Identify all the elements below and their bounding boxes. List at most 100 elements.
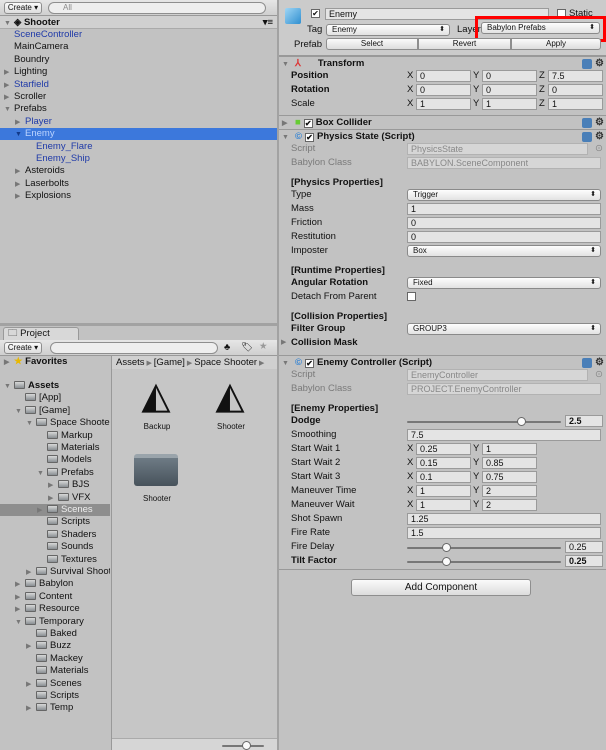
hierarchy-item[interactable]: Boundry: [0, 54, 277, 66]
collapsed-arrow-icon[interactable]: ▶: [4, 80, 14, 92]
scale-z-field[interactable]: 1: [548, 98, 603, 110]
project-folder-item[interactable]: ▶ VFX: [0, 492, 110, 504]
hierarchy-item[interactable]: ▶ Starfield: [0, 79, 277, 91]
project-folder-item[interactable]: ▼ [Game]: [0, 405, 110, 417]
hierarchy-search-input[interactable]: All: [48, 2, 266, 14]
scale-x-field[interactable]: 1: [416, 98, 471, 110]
project-folder-item[interactable]: ▶ Survival Shooter: [0, 566, 110, 578]
object-picker-icon[interactable]: ⊙: [595, 143, 603, 155]
shot-spawn-field[interactable]: 1.25: [407, 513, 601, 525]
hierarchy-item[interactable]: ▶ Explosions: [0, 190, 277, 202]
collapsed-arrow-icon[interactable]: ▶: [26, 703, 36, 715]
friction-field[interactable]: 0: [407, 217, 601, 229]
project-folder-item[interactable]: ▶ Babylon: [0, 578, 110, 590]
favorite-star-icon[interactable]: ★: [259, 341, 268, 352]
project-folder-item[interactable]: Models: [0, 454, 110, 466]
project-folder-item[interactable]: ▶ Scenes: [0, 678, 110, 690]
collapsed-arrow-icon[interactable]: ▶: [26, 567, 36, 579]
restitution-field[interactable]: 0: [407, 231, 601, 243]
angular-rotation-dropdown[interactable]: Fixed: [407, 277, 601, 289]
project-folder-item[interactable]: Textures: [0, 554, 110, 566]
collapsed-arrow-icon[interactable]: ▶: [15, 604, 25, 616]
slider-knob[interactable]: [242, 741, 251, 750]
help-icon[interactable]: [582, 59, 592, 69]
y-field[interactable]: 1: [482, 443, 537, 455]
asset-item[interactable]: ◭ Backup: [122, 376, 192, 442]
expanded-arrow-icon[interactable]: ▼: [4, 104, 14, 116]
project-folder-item[interactable]: ▶ Content: [0, 591, 110, 603]
help-icon[interactable]: [582, 132, 592, 142]
hierarchy-item[interactable]: ▶ Asteroids: [0, 165, 277, 177]
project-folder-item[interactable]: Mackey: [0, 653, 110, 665]
slider-value-field[interactable]: 2.5: [565, 415, 603, 427]
project-folder-item[interactable]: Scripts: [0, 690, 110, 702]
project-folder-item[interactable]: ▼ Prefabs: [0, 467, 110, 479]
enabled-checkbox[interactable]: ✔: [305, 133, 314, 142]
gear-icon[interactable]: ⚙: [595, 130, 604, 144]
collapsed-arrow-icon[interactable]: ▶: [4, 67, 14, 79]
rotation-y-field[interactable]: 0: [482, 84, 537, 96]
x-field[interactable]: 0.1: [416, 471, 471, 483]
create-button[interactable]: Create ▾: [4, 342, 42, 354]
collapsed-arrow-icon[interactable]: ▶: [15, 166, 25, 178]
hierarchy-item[interactable]: ▼ Prefabs: [0, 103, 277, 115]
dodge-slider[interactable]: [407, 417, 561, 426]
create-button[interactable]: Create ▾: [4, 2, 42, 14]
project-folder-item[interactable]: Markup: [0, 430, 110, 442]
expanded-arrow-icon[interactable]: ▼: [37, 468, 47, 480]
fire-rate-field[interactable]: 1.5: [407, 527, 601, 539]
filter-label-icon[interactable]: 🏷: [241, 342, 253, 353]
project-folder-item[interactable]: ▶ Buzz: [0, 640, 110, 652]
object-picker-icon[interactable]: ⊙: [595, 369, 603, 381]
filter-type-icon[interactable]: ♣: [224, 342, 230, 353]
expanded-arrow-icon[interactable]: ▼: [15, 406, 25, 418]
project-folder-item[interactable]: ▶ Temp: [0, 702, 110, 714]
project-folder-item[interactable]: ▼ Assets: [0, 380, 110, 392]
hierarchy-item[interactable]: SceneController: [0, 29, 277, 41]
scene-header[interactable]: ▼ ◈ Shooter ▾≡: [0, 16, 277, 29]
hierarchy-item[interactable]: ▼ Enemy: [0, 128, 277, 141]
project-folder-item[interactable]: Scripts: [0, 516, 110, 528]
y-field[interactable]: 2: [482, 485, 537, 497]
rotation-z-field[interactable]: 0: [548, 84, 603, 96]
imposter-dropdown[interactable]: Box: [407, 245, 601, 257]
filter-group-dropdown[interactable]: GROUP3: [407, 323, 601, 335]
collapsed-arrow-icon[interactable]: ▶: [15, 592, 25, 604]
project-folder-item[interactable]: ▼ Temporary: [0, 616, 110, 628]
expanded-arrow-icon[interactable]: ▼: [15, 617, 25, 629]
prefab-apply-button[interactable]: Apply: [511, 38, 601, 50]
tag-dropdown[interactable]: Enemy: [326, 24, 450, 36]
position-z-field[interactable]: 7.5: [548, 70, 603, 82]
hierarchy-item[interactable]: ▶ Player: [0, 116, 277, 128]
hierarchy-item[interactable]: Enemy_Ship: [0, 153, 277, 165]
project-folder-item[interactable]: Materials: [0, 442, 110, 454]
project-tab[interactable]: 🗀 Project: [3, 327, 79, 340]
project-folder-item[interactable]: ▶ Scenes: [0, 504, 110, 516]
fire-delay-slider[interactable]: [407, 543, 561, 552]
collapsed-arrow-icon[interactable]: ▶: [37, 505, 47, 517]
gear-icon[interactable]: ⚙: [595, 356, 604, 370]
collapsed-arrow-icon[interactable]: ▶: [281, 337, 286, 349]
collapsed-arrow-icon[interactable]: ▶: [15, 117, 25, 129]
rotation-x-field[interactable]: 0: [416, 84, 471, 96]
help-icon[interactable]: [582, 118, 592, 128]
asset-item[interactable]: Shooter: [122, 448, 192, 514]
prefab-revert-button[interactable]: Revert: [418, 38, 511, 50]
project-folder-item[interactable]: [App]: [0, 392, 110, 404]
icon-size-slider[interactable]: [222, 741, 264, 750]
collapsed-arrow-icon[interactable]: ▶: [15, 191, 25, 203]
collapsed-arrow-icon[interactable]: ▶: [26, 641, 36, 653]
add-component-button[interactable]: Add Component: [351, 579, 531, 596]
x-field[interactable]: 1: [416, 485, 471, 497]
y-field[interactable]: 0.75: [482, 471, 537, 483]
gear-icon[interactable]: ⚙: [595, 57, 604, 71]
favorites-item[interactable]: ▶ ★ Favorites: [0, 356, 110, 368]
project-search-input[interactable]: [50, 342, 218, 354]
help-icon[interactable]: [582, 358, 592, 368]
y-field[interactable]: 2: [482, 499, 537, 511]
mass-field[interactable]: 1: [407, 203, 601, 215]
tilt-factor-slider[interactable]: [407, 557, 561, 566]
component-header[interactable]: ▼ ⅄ Transform ⚙: [279, 56, 606, 70]
menu-icon[interactable]: ▾≡: [263, 16, 273, 29]
scale-y-field[interactable]: 1: [482, 98, 537, 110]
